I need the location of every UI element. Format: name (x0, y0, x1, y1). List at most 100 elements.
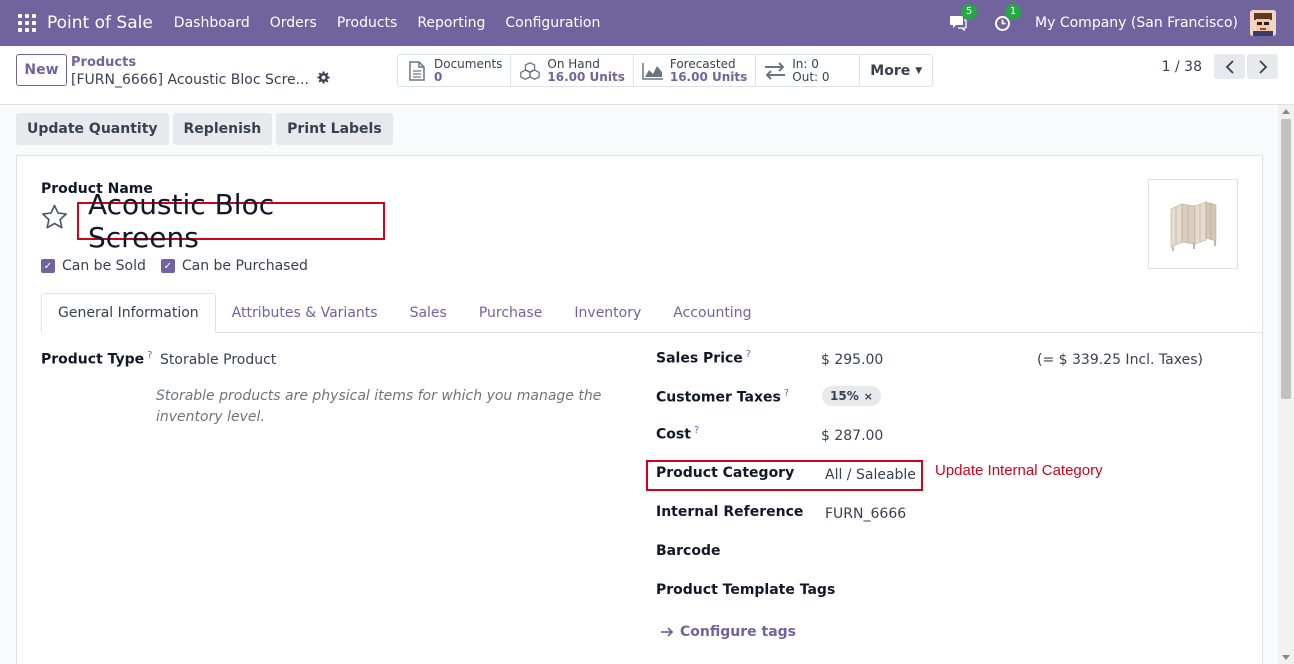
product-type-label: Product Type? (41, 350, 153, 368)
print-labels-button[interactable]: Print Labels (276, 113, 393, 145)
tab-general-information[interactable]: General Information (41, 293, 216, 333)
barcode-label: Barcode (656, 543, 721, 559)
star-icon[interactable] (41, 204, 68, 235)
documents-label: Documents (434, 56, 503, 71)
document-icon (406, 60, 428, 82)
form-tabs: General Information Attributes & Variant… (41, 293, 1263, 333)
product-name-input[interactable]: Acoustic Bloc Screens (77, 188, 385, 254)
control-panel: New Products [FURN_6666] Acoustic Bloc S… (0, 46, 1294, 105)
forecasted-smart-button[interactable]: Forecasted 16.00 Units (634, 55, 757, 86)
tax-tag: 15% × (822, 386, 881, 406)
forecasted-label: Forecasted (669, 56, 736, 71)
activity-clock-icon[interactable]: 1 (991, 4, 1022, 34)
annotation-label: Update Internal Category (935, 462, 1103, 479)
in-out-smart-button[interactable]: In: 0 Out: 0 (756, 55, 861, 86)
configure-tags-link[interactable]: Configure tags (660, 624, 796, 640)
company-switcher[interactable]: My Company (San Francisco) (1035, 15, 1238, 31)
on-hand-smart-button[interactable]: On Hand 16.00 Units (511, 55, 634, 86)
tab-purchase[interactable]: Purchase (463, 293, 559, 333)
tab-accounting[interactable]: Accounting (657, 293, 767, 333)
remove-tag-icon[interactable]: × (864, 390, 873, 403)
systray: 5 1 My Company (San Francisco) (947, 0, 1294, 46)
scroll-up-icon[interactable] (1282, 109, 1290, 114)
activity-badge: 1 (1005, 4, 1022, 20)
gear-icon[interactable] (317, 71, 330, 88)
caret-down-icon: ▼ (915, 65, 923, 76)
area-chart-icon (642, 60, 664, 82)
user-avatar[interactable] (1250, 10, 1276, 36)
can-be-sold-label: Can be Sold (62, 258, 146, 274)
sales-price-incl-taxes: (= $ 339.25 Incl. Taxes) (1037, 352, 1203, 368)
breadcrumb: Products [FURN_6666] Acoustic Bloc Scre.… (71, 55, 330, 88)
menu-dashboard[interactable]: Dashboard (164, 15, 260, 31)
documents-smart-button[interactable]: Documents 0 (398, 55, 512, 86)
app-title[interactable]: Point of Sale (47, 13, 153, 33)
pager-previous-button[interactable] (1214, 54, 1245, 79)
menu-orders[interactable]: Orders (260, 15, 327, 31)
product-type-help: Storable products are physical items for… (156, 388, 602, 425)
tab-sales[interactable]: Sales (394, 293, 463, 333)
cost-input[interactable]: $ 287.00 (821, 428, 883, 444)
can-be-purchased-label: Can be Purchased (181, 258, 308, 274)
new-button[interactable]: New (16, 54, 67, 86)
help-tooltip-icon[interactable]: ? (784, 388, 789, 399)
more-label: More (870, 62, 911, 79)
page-scrollbar[interactable] (1278, 105, 1294, 664)
scroll-down-icon[interactable] (1282, 655, 1290, 660)
pager-next-button[interactable] (1247, 54, 1278, 79)
menu-configuration[interactable]: Configuration (495, 15, 610, 31)
status-bar: Update Quantity Replenish Print Labels (16, 113, 397, 145)
can-be-purchased-checkbox[interactable]: ✓ (160, 259, 175, 273)
product-category-select[interactable]: All / Saleable (825, 467, 916, 483)
more-dropdown[interactable]: More ▼ (860, 55, 932, 86)
chat-icon[interactable]: 5 (947, 4, 978, 34)
sale-purchase-checkboxes: ✓ Can be Sold ✓ Can be Purchased (41, 258, 323, 274)
out-count: Out: 0 (792, 69, 830, 84)
cubes-icon (519, 60, 541, 82)
cost-label: Cost? (656, 425, 700, 443)
update-quantity-button[interactable]: Update Quantity (16, 113, 169, 145)
breadcrumb-current-label: [FURN_6666] Acoustic Bloc Scre... (71, 71, 309, 88)
product-image[interactable] (1148, 179, 1238, 269)
customer-taxes-label: Customer Taxes? (656, 388, 790, 406)
replenish-button[interactable]: Replenish (172, 113, 273, 145)
scroll-thumb[interactable] (1281, 119, 1291, 399)
top-navbar: Point of Sale Dashboard Orders Products … (0, 0, 1294, 46)
configure-tags-label: Configure tags (680, 624, 796, 640)
help-tooltip-icon[interactable]: ? (746, 349, 751, 360)
pager: 1 / 38 (1162, 54, 1278, 79)
documents-value: 0 (434, 69, 443, 84)
tab-attributes-variants[interactable]: Attributes & Variants (216, 293, 394, 333)
pager-value[interactable]: 1 / 38 (1162, 59, 1202, 75)
on-hand-value: 16.00 Units (547, 69, 625, 84)
sales-price-label: Sales Price? (656, 349, 752, 367)
product-type-select[interactable]: Storable Product (160, 352, 276, 368)
main-menu: Dashboard Orders Products Reporting Conf… (164, 15, 611, 31)
internal-reference-input[interactable]: FURN_6666 (825, 506, 906, 522)
product-template-tags-label: Product Template Tags (656, 582, 836, 598)
can-be-sold-checkbox[interactable]: ✓ (41, 259, 55, 273)
acoustic-screen-image (1170, 201, 1217, 251)
arrow-right-icon (661, 627, 674, 637)
forecasted-value: 16.00 Units (669, 69, 748, 84)
chevron-left-icon (1225, 59, 1234, 74)
in-count: In: 0 (792, 56, 819, 71)
tab-inventory[interactable]: Inventory (558, 293, 657, 333)
help-tooltip-icon[interactable]: ? (694, 425, 699, 436)
form-sheet: Product Name Acoustic Bloc Screens ✓ Can… (16, 155, 1263, 664)
tax-tag-label: 15% (830, 389, 859, 403)
menu-reporting[interactable]: Reporting (407, 15, 495, 31)
breadcrumb-products-link[interactable]: Products (71, 55, 330, 71)
chat-badge: 5 (961, 4, 978, 20)
help-tooltip-icon[interactable]: ? (147, 350, 152, 361)
sales-price-input[interactable]: $ 295.00 (821, 352, 883, 368)
smart-buttons: Documents 0 On Hand 16.00 Units Forecast… (397, 54, 934, 87)
internal-reference-label: Internal Reference (656, 504, 804, 520)
product-category-label: Product Category (656, 465, 795, 481)
apps-menu-icon[interactable] (18, 14, 36, 32)
breadcrumb-current: [FURN_6666] Acoustic Bloc Scre... (71, 71, 330, 88)
menu-products[interactable]: Products (327, 15, 407, 31)
chevron-right-icon (1258, 59, 1267, 74)
exchange-icon (764, 60, 786, 82)
on-hand-label: On Hand (547, 56, 600, 71)
